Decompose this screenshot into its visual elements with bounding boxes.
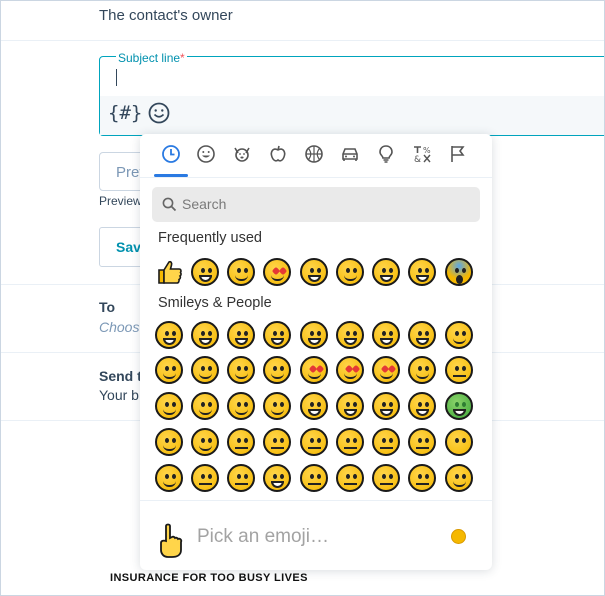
skin-tone-selector[interactable]	[451, 529, 466, 544]
svg-text:%: %	[423, 146, 431, 155]
emoji-smirk[interactable]	[155, 464, 183, 492]
emoji-lying[interactable]	[300, 464, 328, 492]
emoji-squinting[interactable]	[300, 258, 328, 286]
emoji-thumbs-up[interactable]	[156, 258, 184, 286]
emoji-winking-tongue[interactable]	[336, 258, 364, 286]
food-icon[interactable]	[268, 144, 288, 164]
emoji-sleepy[interactable]	[408, 464, 436, 492]
animals-icon[interactable]	[232, 144, 252, 164]
send-label: Send t	[99, 368, 142, 384]
emoji-hugging[interactable]	[155, 428, 183, 456]
emoji-sweat-smile[interactable]	[336, 321, 364, 349]
emoji-blush[interactable]	[227, 356, 255, 384]
emoji-joy[interactable]	[408, 258, 436, 286]
emoji-smile[interactable]	[227, 321, 255, 349]
emoji-innocent[interactable]	[263, 356, 291, 384]
recent-icon[interactable]	[161, 144, 181, 164]
emoji-unamused[interactable]	[191, 464, 219, 492]
search-placeholder: Search	[182, 196, 227, 212]
emoji-rolling-eyes[interactable]	[227, 464, 255, 492]
footer-brand-text: INSURANCE FOR TOO BUSY LIVES	[110, 572, 308, 584]
to-label: To	[99, 299, 116, 315]
emoji-slight-smile[interactable]	[445, 321, 473, 349]
activity-icon[interactable]	[304, 144, 324, 164]
emoji-wink[interactable]	[191, 356, 219, 384]
subject-line-label: Subject line*	[116, 51, 187, 65]
smileys-people-title: Smileys & People	[158, 295, 272, 311]
required-mark: *	[180, 51, 185, 65]
travel-icon[interactable]	[340, 144, 360, 164]
emoji-smiley[interactable]	[191, 321, 219, 349]
emoji-joy[interactable]	[408, 321, 436, 349]
emoji-money-mouth[interactable]	[445, 392, 473, 420]
emoji-grimacing[interactable]	[263, 464, 291, 492]
emoji-category-bar: % &	[140, 134, 492, 178]
flags-icon[interactable]	[448, 144, 468, 164]
emoji-wink-tongue[interactable]	[336, 392, 364, 420]
emoji-raised-eyebrow[interactable]	[336, 428, 364, 456]
emoji-heart-eyes[interactable]	[336, 356, 364, 384]
emoji-yum[interactable]	[263, 392, 291, 420]
emoji-picker: % & Search Frequently used Smileys & Peop…	[140, 134, 492, 570]
pick-emoji-placeholder: Pick an emoji…	[197, 526, 329, 547]
frequently-used-title: Frequently used	[158, 230, 262, 246]
emoji-expressionless[interactable]	[408, 428, 436, 456]
emoji-relaxed[interactable]	[155, 392, 183, 420]
emoji-scream[interactable]	[445, 258, 473, 286]
active-category-indicator	[154, 174, 188, 177]
owner-row: The contact's owner	[0, 0, 605, 41]
emoji-button-icon[interactable]	[148, 102, 170, 124]
emoji-upside-down[interactable]	[155, 356, 183, 384]
emoji-preview-bar: Pick an emoji…	[140, 500, 492, 570]
emoji-savoring[interactable]	[227, 258, 255, 286]
emoji-relieved[interactable]	[336, 464, 364, 492]
emoji-smiling-hearts[interactable]	[300, 356, 328, 384]
emoji-star-struck[interactable]	[372, 356, 400, 384]
preview-help-text: Preview	[99, 194, 142, 208]
emoji-laughing[interactable]	[300, 321, 328, 349]
to-choose-text[interactable]: Choos	[99, 319, 139, 335]
emoji-drooling[interactable]	[445, 464, 473, 492]
emoji-neutral[interactable]	[372, 428, 400, 456]
emoji-kissing[interactable]	[445, 356, 473, 384]
emoji-grin[interactable]	[263, 321, 291, 349]
text-caret	[116, 69, 117, 86]
emoji-zipper-mouth[interactable]	[300, 428, 328, 456]
emoji-rofl[interactable]	[372, 321, 400, 349]
emoji-thinking[interactable]	[263, 428, 291, 456]
emoji-zany[interactable]	[372, 392, 400, 420]
emoji-pensive[interactable]	[372, 464, 400, 492]
emoji-grinning[interactable]	[155, 321, 183, 349]
emoji-shushing[interactable]	[227, 428, 255, 456]
emoji-no-mouth[interactable]	[445, 428, 473, 456]
send-sub-text: Your b	[99, 387, 139, 403]
svg-text:&: &	[414, 155, 421, 164]
emoji-tongue[interactable]	[300, 392, 328, 420]
symbols-icon[interactable]: % &	[412, 144, 432, 165]
search-icon	[162, 197, 177, 212]
subject-toolbar	[100, 96, 605, 135]
objects-icon[interactable]	[376, 144, 396, 164]
emoji-heart-eyes[interactable]	[263, 258, 291, 286]
emoji-kissing-smiling-eyes[interactable]	[227, 392, 255, 420]
smileys-icon[interactable]	[196, 144, 216, 164]
emoji-hand-over-mouth[interactable]	[191, 428, 219, 456]
emoji-kissing-closed-eyes[interactable]	[191, 392, 219, 420]
emoji-grinning[interactable]	[191, 258, 219, 286]
emoji-sweat-smile[interactable]	[372, 258, 400, 286]
emoji-squint-tongue[interactable]	[408, 392, 436, 420]
emoji-search-input[interactable]: Search	[152, 187, 480, 222]
pointing-up-icon	[160, 523, 183, 558]
owner-text: The contact's owner	[99, 7, 233, 24]
merge-tag-icon[interactable]: {#}	[108, 102, 142, 124]
emoji-kissing-heart[interactable]	[408, 356, 436, 384]
